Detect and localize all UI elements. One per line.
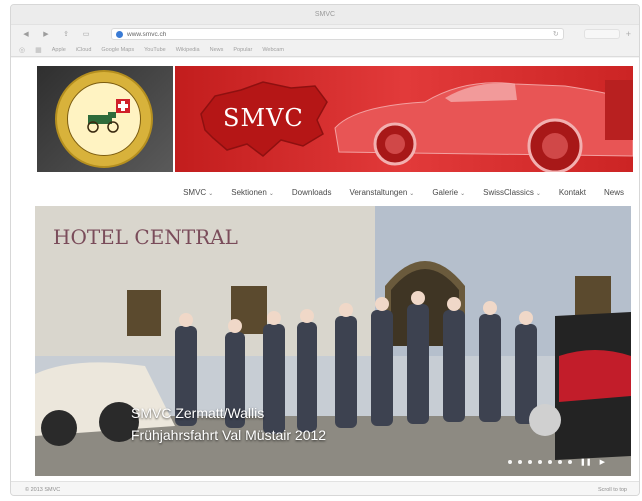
bookmark-item[interactable]: Google Maps: [101, 47, 134, 53]
emblem-inner: [67, 82, 141, 156]
slide-dot[interactable]: [527, 460, 532, 464]
slide-dot[interactable]: [567, 460, 572, 464]
sidebar-icon[interactable]: ▭: [79, 28, 93, 40]
nav-item-news[interactable]: News: [595, 188, 633, 197]
address-bar[interactable]: www.smvc.ch ↻: [111, 28, 564, 40]
club-emblem-icon: [55, 70, 153, 168]
hero-photo: HOTEL CENTRAL: [35, 206, 631, 476]
bookmark-item[interactable]: News: [210, 47, 224, 53]
caption-line-1: SMVC Zermatt/Wallis: [131, 405, 265, 421]
slide-dot[interactable]: [517, 460, 522, 464]
classic-car-image: [334, 80, 633, 172]
share-icon[interactable]: ⇪: [59, 28, 73, 40]
scroll-top-link[interactable]: Scroll to top: [598, 487, 627, 493]
forward-icon[interactable]: ▶: [39, 28, 53, 40]
bookmark-item[interactable]: Popular: [233, 47, 252, 53]
next-icon[interactable]: ▶: [600, 458, 605, 466]
bookmark-item[interactable]: Wikipedia: [176, 47, 200, 53]
slide-dot[interactable]: [557, 460, 562, 464]
caption-line-2: Frühjahrsfahrt Val Müstair 2012: [131, 427, 327, 443]
nav-item-smvc[interactable]: SMVC ⌄: [174, 188, 222, 197]
nav-label: Veranstaltungen: [349, 187, 408, 197]
nav-item-veranstaltungen[interactable]: Veranstaltungen ⌄: [340, 188, 423, 197]
window-title: SMVC: [314, 11, 336, 18]
nav-label: SwissClassics: [483, 187, 534, 197]
hero-caption: SMVC Zermatt/Wallis Frühjahrsfahrt Val M…: [131, 402, 326, 446]
chevron-down-icon: ⌄: [268, 190, 274, 197]
nav-label: Kontakt: [558, 187, 586, 197]
nav-label: News: [603, 187, 624, 197]
window-titlebar: SMVC: [11, 5, 639, 25]
footer-copyright: © 2013 SMVC: [25, 486, 61, 493]
main-navigation: SMVC ⌄ Sektionen ⌄ Downloads Veranstaltung…: [37, 184, 633, 200]
url-text: www.smvc.ch: [127, 30, 167, 38]
top-sites-icon[interactable]: ▦: [35, 46, 42, 54]
bookmarks-bar: ◎ ▦ Apple iCloud Google Maps YouTube Wik…: [11, 43, 639, 57]
web-page: SMVC SMVC ⌄ Sektionen ⌄ Downloads Veransta…: [11, 58, 639, 481]
nav-item-downloads[interactable]: Downloads: [283, 188, 341, 197]
bookmark-item[interactable]: YouTube: [144, 47, 166, 53]
club-logo[interactable]: [37, 66, 173, 172]
chevron-down-icon: ⌄: [535, 190, 541, 197]
favicon-icon: [116, 30, 123, 38]
nav-item-swissclassics[interactable]: SwissClassics ⌄: [474, 188, 550, 197]
slide-dot[interactable]: [547, 460, 552, 464]
chevron-down-icon: ⌄: [208, 190, 214, 197]
pause-icon[interactable]: ❚❚: [580, 458, 592, 466]
slideshow-dots: ❚❚ ▶: [507, 458, 605, 466]
search-field[interactable]: [583, 29, 620, 39]
bookmark-item[interactable]: Apple: [52, 47, 66, 53]
slide-dot[interactable]: [537, 460, 542, 464]
nav-item-kontakt[interactable]: Kontakt: [550, 188, 595, 197]
bookmark-item[interactable]: iCloud: [76, 47, 92, 53]
swiss-flag-icon: [116, 99, 130, 113]
page-footer: © 2013 SMVC Scroll to top: [11, 481, 639, 495]
nav-label: Galerie: [432, 187, 459, 197]
nav-label: Downloads: [291, 187, 332, 197]
slide-dot[interactable]: [507, 460, 512, 464]
browser-toolbar: ◀ ▶ ⇪ ▭ www.smvc.ch ↻ +: [11, 25, 639, 43]
back-icon[interactable]: ◀: [19, 28, 33, 40]
hotel-sign: HOTEL CENTRAL: [53, 225, 238, 249]
chevron-down-icon: ⌄: [409, 190, 415, 197]
reload-icon[interactable]: ↻: [553, 30, 559, 38]
banner-title: SMVC: [223, 104, 304, 132]
new-tab-icon[interactable]: +: [626, 29, 631, 39]
nav-label: SMVC: [183, 187, 207, 197]
vintage-car-icon: [87, 112, 119, 133]
chevron-down-icon: ⌄: [460, 190, 466, 197]
hero-slideshow[interactable]: HOTEL CENTRAL SMVC Zermatt/Wallis Frühja…: [35, 206, 631, 476]
banner-red-panel: SMVC: [175, 66, 633, 172]
nav-item-sektionen[interactable]: Sektionen ⌄: [222, 188, 283, 197]
nav-label: Sektionen: [231, 187, 267, 197]
bookmark-item[interactable]: Webcam: [262, 47, 284, 53]
nav-item-galerie[interactable]: Galerie ⌄: [423, 188, 474, 197]
site-banner: SMVC: [37, 66, 633, 172]
browser-window: SMVC ◀ ▶ ⇪ ▭ www.smvc.ch ↻ + ◎ ▦ Apple i…: [10, 4, 640, 496]
reading-list-icon[interactable]: ◎: [19, 46, 25, 54]
